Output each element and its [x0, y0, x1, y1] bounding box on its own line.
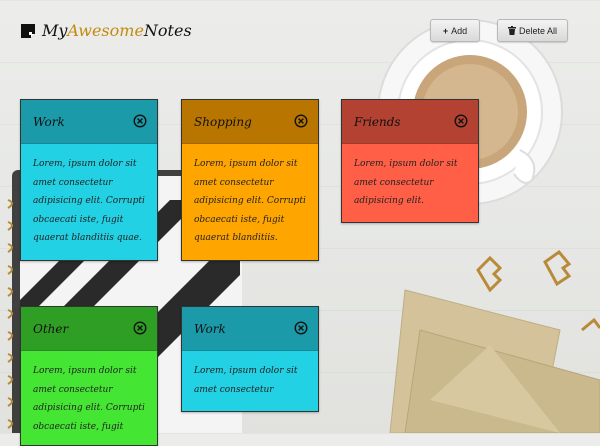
- note-title: Other: [33, 322, 69, 336]
- note-title: Shopping: [194, 115, 252, 129]
- add-button-label: Add: [451, 25, 468, 36]
- note-header: Other: [21, 307, 157, 351]
- close-circle-icon[interactable]: [294, 114, 308, 128]
- note-card[interactable]: Work Lorem, ipsum dolor sit amet consect…: [181, 306, 319, 412]
- note-header: Friends: [342, 100, 478, 144]
- plus-icon: +: [442, 25, 449, 36]
- notes-logo-icon: [21, 23, 35, 38]
- close-circle-icon[interactable]: [294, 321, 308, 335]
- app-brand: MyAwesomeNotes: [20, 21, 192, 40]
- delete-all-button-label: Delete All: [518, 25, 558, 36]
- note-card[interactable]: Shopping Lorem, ipsum dolor sit amet con…: [181, 99, 319, 261]
- note-header: Work: [21, 100, 157, 144]
- note-card[interactable]: Friends Lorem, ipsum dolor sit amet cons…: [341, 99, 479, 223]
- note-header: Shopping: [182, 100, 318, 144]
- note-body[interactable]: Lorem, ipsum dolor sit amet consectetur: [182, 351, 318, 407]
- note-header: Work: [182, 307, 318, 351]
- add-note-button[interactable]: + Add: [430, 19, 480, 42]
- note-card[interactable]: Work Lorem, ipsum dolor sit amet consect…: [20, 99, 158, 261]
- note-title: Work: [33, 115, 65, 129]
- trash-icon: [507, 26, 516, 35]
- close-circle-icon[interactable]: [454, 114, 468, 128]
- delete-all-button[interactable]: Delete All: [497, 19, 568, 42]
- note-card[interactable]: Other Lorem, ipsum dolor sit amet consec…: [20, 306, 158, 446]
- note-title: Friends: [354, 115, 401, 129]
- close-circle-icon[interactable]: [133, 114, 147, 128]
- paper-clips-illustration: [476, 249, 600, 332]
- note-body[interactable]: Lorem, ipsum dolor sit amet consectetur …: [182, 144, 318, 256]
- app-title: MyAwesomeNotes: [42, 21, 192, 40]
- close-circle-icon[interactable]: [133, 321, 147, 335]
- envelope-illustration: [389, 289, 600, 433]
- note-title: Work: [194, 322, 226, 336]
- note-body[interactable]: Lorem, ipsum dolor sit amet consectetur …: [342, 144, 478, 219]
- note-body[interactable]: Lorem, ipsum dolor sit amet consectetur …: [21, 351, 157, 444]
- note-body[interactable]: Lorem, ipsum dolor sit amet consectetur …: [21, 144, 157, 256]
